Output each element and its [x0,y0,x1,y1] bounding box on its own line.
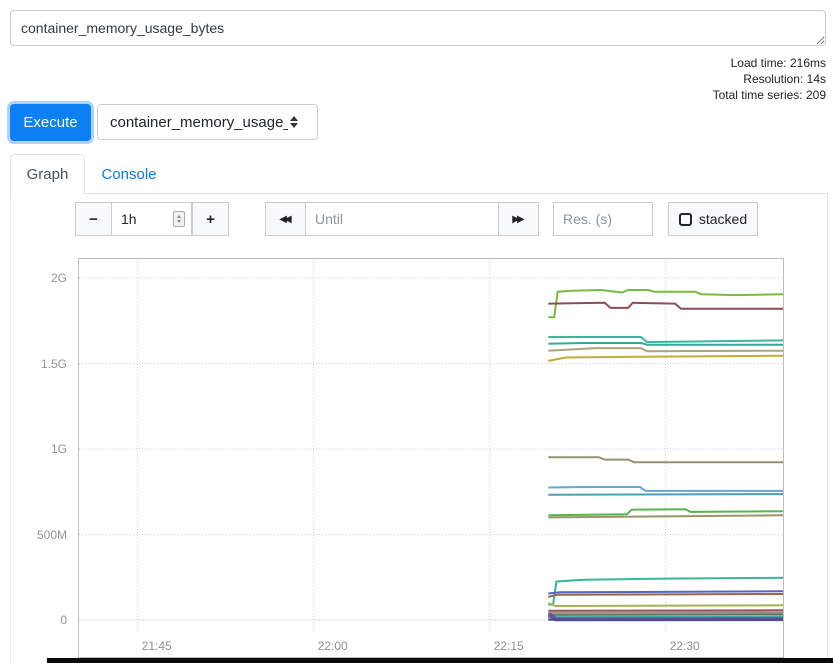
chart-canvas [79,259,783,657]
total-time-series: Total time series: 209 [713,87,826,103]
y-axis-tick-label: 0 [60,613,67,627]
metric-select-value: container_memory_usage_bytes [110,114,288,131]
series-line [548,494,783,495]
stacked-label: stacked [699,211,747,227]
resolution: Resolution: 14s [713,71,826,87]
load-time: Load time: 216ms [713,55,826,71]
range-increase-button[interactable]: + [192,202,229,236]
metric-select[interactable]: container_memory_usage_bytes [97,104,318,140]
chart-area[interactable]: 21:45 22:00 22:15 22:30 [78,258,784,658]
execute-button[interactable]: Execute [10,104,91,141]
x-axis-tick-label: 21:45 [142,639,172,653]
y-axis-tick-label: 1G [51,442,67,456]
x-axis-tick-label: 22:30 [670,639,700,653]
x-axis-tick-label: 22:15 [494,639,524,653]
legend-top-bar [47,658,833,663]
time-forward-button[interactable]: ▶▶ [498,202,539,236]
duration-stepper-icon[interactable] [173,211,185,227]
tab-bar: Graph Console [10,154,828,194]
time-back-button[interactable]: ◀◀ [265,202,306,236]
y-axis-tick-label: 2G [51,271,67,285]
series-line [548,610,783,611]
x-axis-tick-label: 22:00 [318,639,348,653]
y-axis-tick-label: 500M [37,528,67,542]
resolution-input[interactable] [553,202,653,236]
query-stats: Load time: 216ms Resolution: 14s Total t… [713,55,826,103]
y-axis-tick-label: 1.5G [41,357,67,371]
tab-graph[interactable]: Graph [10,154,85,194]
query-input[interactable]: container_memory_usage_bytes [10,10,826,46]
range-control-group: − + [75,202,229,236]
until-input[interactable] [305,202,499,236]
stacked-toggle-button[interactable]: stacked [668,202,758,236]
y-axis-labels: 0 500M 1G 1.5G 2G [0,258,72,656]
back-icon: ◀◀ [279,214,291,225]
forward-icon: ▶▶ [512,214,524,225]
range-decrease-button[interactable]: − [75,202,112,236]
tab-console[interactable]: Console [93,154,165,194]
checkbox-icon [679,213,692,226]
until-control-group: ◀◀ ▶▶ [265,202,539,236]
select-updown-icon [290,116,298,128]
